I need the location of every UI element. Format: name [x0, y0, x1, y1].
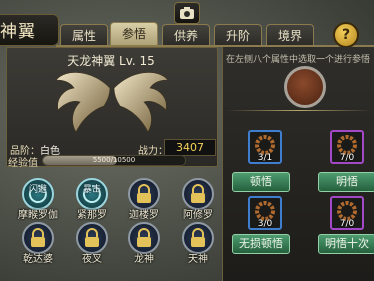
exp-label: 经验值: [8, 158, 38, 169]
hint-text: 在左侧八个属性中选取一个进行参悟: [226, 55, 371, 65]
skill-label: 乾达婆: [23, 254, 53, 265]
item-count: 3/1: [257, 153, 273, 163]
tab-upgrade[interactable]: 升阶: [214, 24, 262, 47]
skill-label: 紧那罗: [77, 210, 107, 221]
item-slot[interactable]: 3/0: [248, 196, 282, 230]
item-slot[interactable]: 7/0: [330, 130, 364, 164]
skill-label: 摩睺罗伽: [18, 210, 58, 221]
skill-badge: 暴击: [82, 185, 101, 195]
item-slot[interactable]: 7/0: [330, 196, 364, 230]
lock-icon: [191, 184, 205, 203]
selected-attribute-orb: [284, 66, 326, 108]
lock-icon: [85, 228, 99, 247]
tab-realm[interactable]: 境界: [266, 24, 314, 47]
item-count: 7/0: [339, 219, 355, 229]
comprehend-button-4[interactable]: 明悟十次: [318, 234, 374, 254]
item-count: 3/0: [257, 219, 273, 229]
tab-offering[interactable]: 供养: [162, 24, 210, 47]
lock-icon: [137, 228, 151, 247]
wing-image: [55, 72, 169, 133]
tab-attributes[interactable]: 属性: [60, 24, 108, 47]
camera-icon: [180, 7, 194, 19]
skill-label: 迦楼罗: [129, 210, 159, 221]
tab-comprehend[interactable]: 参悟: [110, 22, 158, 47]
comprehend-button-1[interactable]: 顿悟: [232, 172, 290, 192]
exp-text: 5500/10500: [92, 156, 136, 164]
lock-icon: [31, 228, 45, 247]
help-button[interactable]: ?: [333, 22, 359, 48]
divider: [226, 110, 372, 111]
lock-icon: [137, 184, 151, 203]
comprehend-button-3[interactable]: 无损顿悟: [232, 234, 290, 254]
item-count: 7/0: [339, 153, 355, 163]
camera-button[interactable]: [174, 2, 200, 24]
skill-badge: 闪避: [28, 185, 47, 195]
skill-label: 龙神: [134, 254, 154, 265]
skill-label: 天神: [188, 254, 208, 265]
comprehend-button-2[interactable]: 明悟: [318, 172, 374, 192]
skill-label: 阿修罗: [183, 210, 213, 221]
page-title: 神翼: [0, 22, 36, 42]
power-value: 3407: [164, 139, 216, 156]
item-slot[interactable]: 3/1: [248, 130, 282, 164]
lock-icon: [191, 228, 205, 247]
skill-label: 夜叉: [82, 254, 102, 265]
exp-bar: 5500/10500: [42, 155, 186, 166]
